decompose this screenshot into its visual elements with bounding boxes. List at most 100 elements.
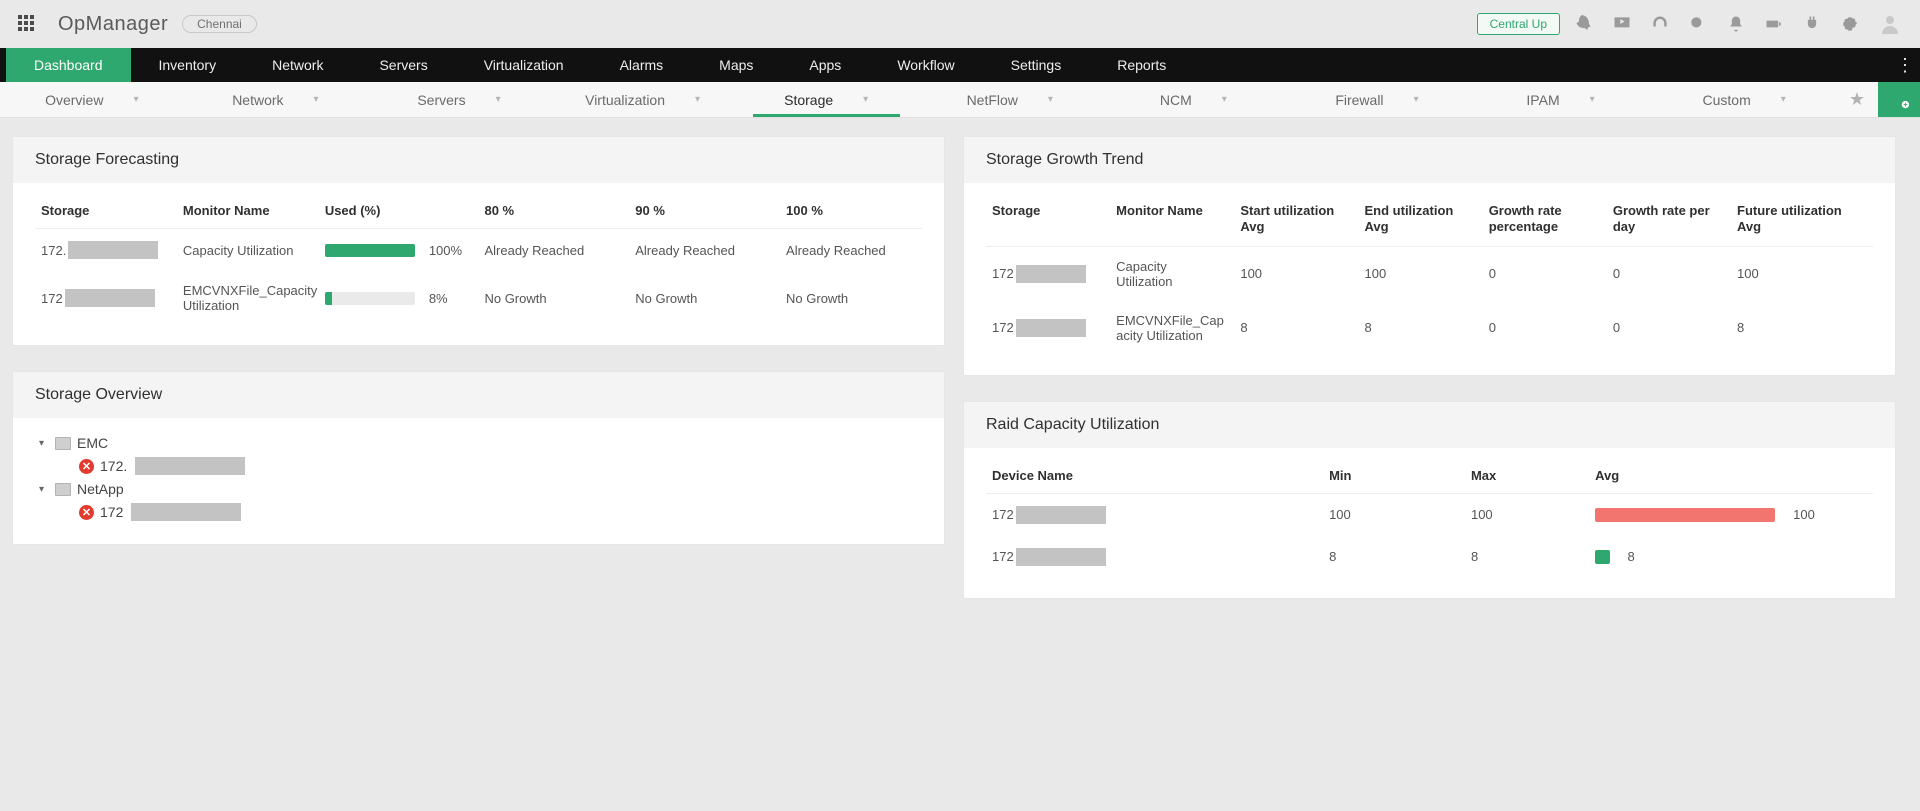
col-perday: Growth rate per day [1607, 193, 1731, 246]
c90-cell: No Growth [629, 271, 780, 325]
rocket-icon[interactable] [1574, 14, 1594, 34]
search-icon[interactable] [1688, 14, 1708, 34]
table-row[interactable]: 172EMCVNXFile_Capacity Utilization8%No G… [35, 271, 922, 325]
tab-netflow[interactable]: NetFlow ▾ [918, 82, 1102, 117]
tab-storage[interactable]: Storage▾ [734, 82, 918, 117]
nav-network[interactable]: Network [244, 48, 351, 82]
end-cell: 8 [1359, 301, 1483, 355]
perday-cell: 0 [1607, 301, 1731, 355]
avg-value: 100 [1793, 507, 1815, 522]
tree-child[interactable]: ✕172. [39, 454, 922, 478]
table-row[interactable]: 172.Capacity Utilization100%Already Reac… [35, 229, 922, 272]
central-up-badge[interactable]: Central Up [1477, 13, 1560, 35]
nav-alarms[interactable]: Alarms [592, 48, 692, 82]
nav-settings[interactable]: Settings [983, 48, 1090, 82]
tab-label: Overview [45, 92, 103, 108]
headset-icon[interactable] [1650, 14, 1670, 34]
tab-servers[interactable]: Servers▾ [367, 82, 551, 117]
table-row[interactable]: 172888 [986, 536, 1873, 578]
group-label: EMC [77, 435, 108, 451]
sub-nav: Overview▾ Network▾ Servers▾ Virtualizati… [0, 82, 1920, 118]
redacted-block [65, 289, 155, 307]
panel-title: Storage Growth Trend [964, 137, 1895, 183]
col-80: 80 % [478, 193, 629, 229]
col-start: Start utilization Avg [1234, 193, 1358, 246]
battery-icon[interactable] [1764, 14, 1784, 34]
gear-icon[interactable] [1840, 14, 1860, 34]
redacted-block [1016, 265, 1086, 283]
bell-icon[interactable] [1726, 14, 1746, 34]
tree-group[interactable]: ▾NetApp [39, 478, 922, 500]
tab-network[interactable]: Network▾ [184, 82, 368, 117]
raid-table: Device Name Min Max Avg 1721001001001728… [986, 458, 1873, 578]
user-avatar-icon[interactable] [1878, 12, 1902, 36]
tab-label: Network [232, 92, 283, 108]
min-cell: 8 [1323, 536, 1465, 578]
pct-cell: 0 [1483, 301, 1607, 355]
add-widget-button[interactable] [1878, 82, 1920, 117]
storage-cell: 172 [992, 265, 1100, 283]
tab-label: Virtualization [585, 92, 665, 108]
min-cell: 100 [1323, 493, 1465, 536]
folder-icon [55, 437, 71, 450]
nav-workflow[interactable]: Workflow [869, 48, 982, 82]
chevron-down-icon: ▾ [496, 94, 501, 105]
avg-value: 8 [1628, 549, 1635, 564]
tab-firewall[interactable]: Firewall▾ [1285, 82, 1469, 117]
location-pill[interactable]: Chennai [182, 15, 257, 33]
future-cell: 100 [1731, 246, 1873, 301]
avg-cell: 8 [1595, 549, 1867, 564]
used-cell: 100% [325, 243, 473, 258]
chevron-down-icon: ▾ [1048, 94, 1053, 105]
group-label: NetApp [77, 481, 124, 497]
start-cell: 8 [1234, 301, 1358, 355]
presentation-icon[interactable] [1612, 14, 1632, 34]
tree-child[interactable]: ✕172 [39, 500, 922, 524]
error-icon: ✕ [79, 505, 94, 520]
nav-dashboard[interactable]: Dashboard [6, 48, 131, 82]
table-row[interactable]: 172Capacity Utilization10010000100 [986, 246, 1873, 301]
tab-overview[interactable]: Overview▾ [0, 82, 184, 117]
avg-bar [1595, 550, 1609, 564]
monitor-cell: EMCVNXFile_Capacity Utilization [177, 271, 319, 325]
nav-virtualization[interactable]: Virtualization [456, 48, 592, 82]
storage-cell: 172. [41, 241, 171, 259]
monitor-cell: Capacity Utilization [1110, 246, 1234, 301]
monitor-cell: EMCVNXFile_Capacity Utilization [1110, 301, 1234, 355]
perday-cell: 0 [1607, 246, 1731, 301]
tab-label: NetFlow [967, 92, 1018, 108]
nav-inventory[interactable]: Inventory [131, 48, 245, 82]
c80-cell: Already Reached [478, 229, 629, 272]
nav-more-icon[interactable]: ⋮ [1890, 48, 1920, 82]
top-icon-row [1574, 12, 1902, 36]
tree-group[interactable]: ▾EMC [39, 432, 922, 454]
tab-custom[interactable]: Custom▾ [1652, 82, 1836, 117]
nav-servers[interactable]: Servers [351, 48, 455, 82]
max-cell: 100 [1465, 493, 1589, 536]
panel-title: Raid Capacity Utilization [964, 402, 1895, 448]
col-end: End utilization Avg [1359, 193, 1483, 246]
tab-label: Firewall [1335, 92, 1383, 108]
favorite-icon[interactable]: ★ [1836, 82, 1878, 117]
right-column: Storage Growth Trend Storage Monitor Nam… [963, 136, 1896, 793]
tab-virtualization[interactable]: Virtualization▾ [551, 82, 735, 117]
nav-maps[interactable]: Maps [691, 48, 781, 82]
growth-table: Storage Monitor Name Start utilization A… [986, 193, 1873, 355]
apps-grid-icon[interactable] [18, 15, 36, 33]
nav-reports[interactable]: Reports [1089, 48, 1194, 82]
table-row[interactable]: 172100100100 [986, 493, 1873, 536]
panel-storage-growth: Storage Growth Trend Storage Monitor Nam… [963, 136, 1896, 376]
plug-icon[interactable] [1802, 14, 1822, 34]
start-cell: 100 [1234, 246, 1358, 301]
panel-raid-capacity: Raid Capacity Utilization Device Name Mi… [963, 401, 1896, 599]
tab-ipam[interactable]: IPAM▾ [1469, 82, 1653, 117]
panel-title: Storage Forecasting [13, 137, 944, 183]
col-monitor: Monitor Name [177, 193, 319, 229]
panel-storage-forecasting: Storage Forecasting Storage Monitor Name… [12, 136, 945, 346]
redacted-block [1016, 319, 1086, 337]
nav-apps[interactable]: Apps [781, 48, 869, 82]
tab-ncm[interactable]: NCM▾ [1102, 82, 1286, 117]
table-row[interactable]: 172EMCVNXFile_Capacity Utilization88008 [986, 301, 1873, 355]
col-max: Max [1465, 458, 1589, 494]
chevron-down-icon: ▾ [863, 94, 868, 105]
